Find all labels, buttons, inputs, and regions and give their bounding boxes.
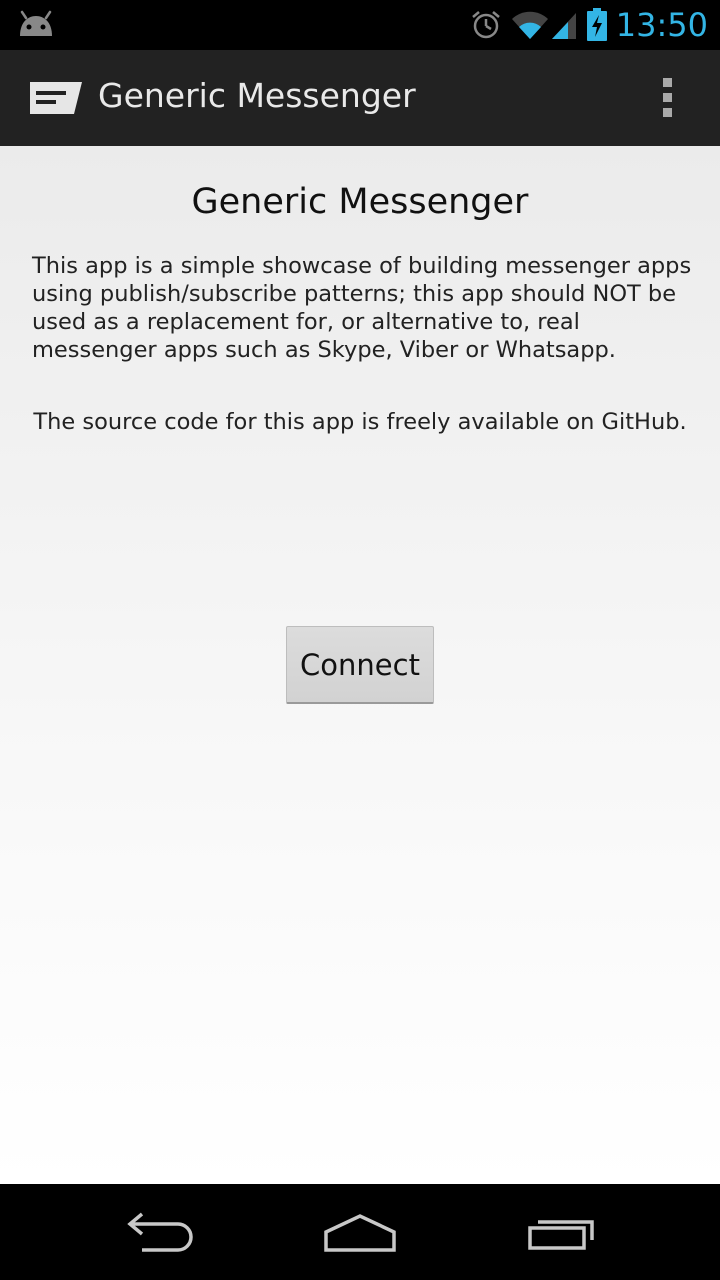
action-bar: Generic Messenger [0,50,720,147]
signal-icon [551,13,576,39]
android-icon [20,10,52,36]
main-content: Generic Messenger This app is a simple s… [0,146,720,1184]
back-button[interactable] [120,1210,200,1254]
home-icon [324,1214,396,1252]
app-description: This app is a simple showcase of buildin… [32,253,692,363]
action-bar-title: Generic Messenger [98,76,416,115]
source-note: The source code for this app is freely a… [33,409,687,435]
connect-button[interactable]: Connect [286,626,434,704]
overflow-menu-icon[interactable] [656,76,680,120]
wifi-icon [511,11,548,39]
back-icon [127,1212,193,1252]
home-button[interactable] [320,1210,400,1254]
alarm-icon [471,11,500,39]
status-icons: 13:50 [470,0,708,50]
recents-icon [528,1220,594,1250]
screen: 13:50 Generic Messenger Generic Messenge… [0,0,720,1280]
app-icon [30,82,82,114]
status-bar: 13:50 [0,0,720,50]
clock: 13:50 [615,6,708,44]
navigation-bar [0,1184,720,1280]
recents-button[interactable] [522,1210,602,1254]
battery-charging-icon [586,8,607,41]
page-heading: Generic Messenger [191,182,529,222]
